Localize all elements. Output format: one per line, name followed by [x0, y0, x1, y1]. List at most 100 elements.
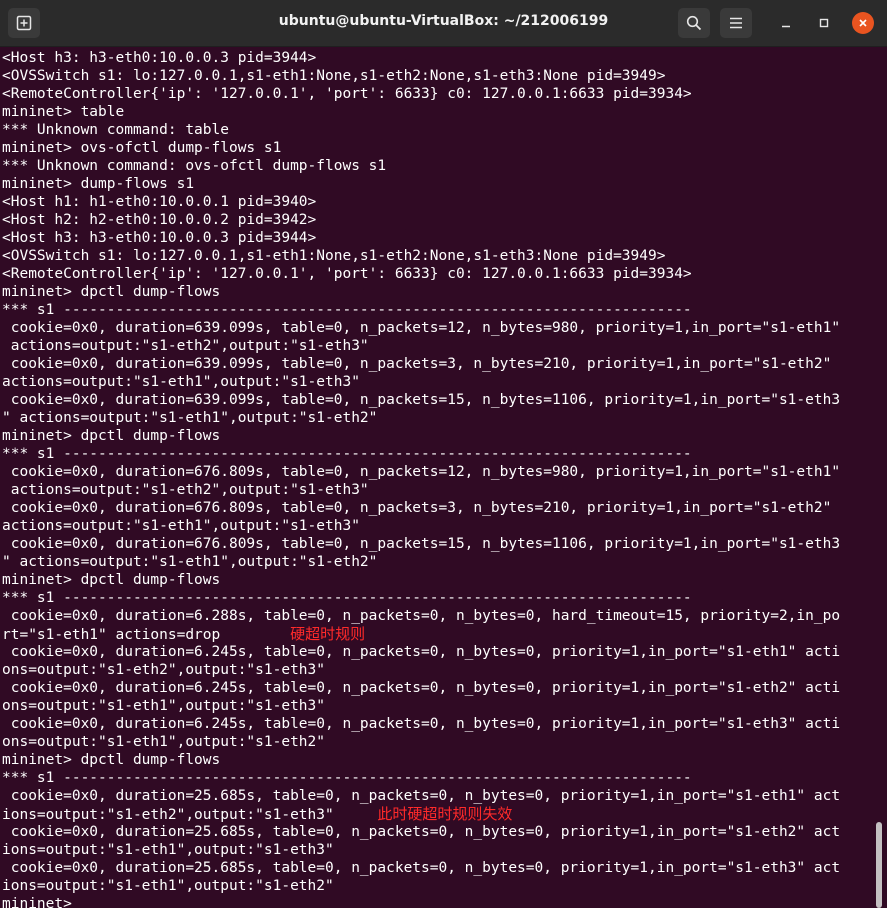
- terminal-line-text: ions=output:"s1-eth2",output:"s1-eth3": [2, 807, 334, 823]
- terminal-line: " actions=output:"s1-eth1",output:"s1-et…: [2, 553, 872, 571]
- menu-button[interactable]: [720, 8, 752, 38]
- terminal-line-text: cookie=0x0, duration=639.099s, table=0, …: [2, 356, 832, 372]
- annotation-spacer: [220, 627, 290, 643]
- terminal-line-text: mininet> ovs-ofctl dump-flows s1: [2, 140, 282, 156]
- terminal-line-text: cookie=0x0, duration=676.809s, table=0, …: [2, 464, 841, 480]
- terminal-window: ubuntu@ubuntu-VirtualBox: ~/212006199 <H…: [0, 0, 887, 908]
- terminal-line: cookie=0x0, duration=25.685s, table=0, n…: [2, 787, 872, 805]
- terminal-line: mininet> dump-flows s1: [2, 175, 872, 193]
- minimize-button[interactable]: [775, 12, 797, 34]
- terminal-line: mininet> dpctl dump-flows: [2, 571, 872, 589]
- terminal-line-text: *** s1 ---------------------------------…: [2, 446, 692, 462]
- terminal-line-text: ons=output:"s1-eth1",output:"s1-eth2": [2, 734, 326, 750]
- maximize-icon: [819, 18, 829, 28]
- terminal-line: *** s1 ---------------------------------…: [2, 589, 872, 607]
- terminal-line-text: <Host h3: h3-eth0:10.0.0.3 pid=3944>: [2, 230, 317, 246]
- red-annotation: 此时硬超时规则失效: [377, 805, 513, 823]
- terminal-line-text: mininet> dump-flows s1: [2, 176, 195, 192]
- terminal-line: actions=output:"s1-eth2",output:"s1-eth3…: [2, 481, 872, 499]
- close-icon: [859, 19, 867, 27]
- terminal-line: cookie=0x0, duration=676.809s, table=0, …: [2, 535, 872, 553]
- terminal-line-text: mininet> dpctl dump-flows: [2, 572, 221, 588]
- terminal-line-text: cookie=0x0, duration=639.099s, table=0, …: [2, 392, 841, 408]
- terminal-line: mininet>: [2, 895, 872, 908]
- terminal-line: cookie=0x0, duration=25.685s, table=0, n…: [2, 823, 872, 841]
- terminal-line-text: *** s1 ---------------------------------…: [2, 770, 692, 786]
- terminal-line: actions=output:"s1-eth1",output:"s1-eth3…: [2, 373, 872, 391]
- maximize-button[interactable]: [813, 12, 835, 34]
- terminal-line-text: <Host h3: h3-eth0:10.0.0.3 pid=3944>: [2, 50, 317, 66]
- terminal-line-text: cookie=0x0, duration=6.245s, table=0, n_…: [2, 680, 841, 696]
- terminal-line-text: *** s1 ---------------------------------…: [2, 302, 692, 318]
- terminal-line-text: <OVSSwitch s1: lo:127.0.0.1,s1-eth1:None…: [2, 248, 666, 264]
- terminal-line-text: actions=output:"s1-eth1",output:"s1-eth3…: [2, 374, 360, 390]
- terminal-line-text: <Host h2: h2-eth0:10.0.0.2 pid=3942>: [2, 212, 317, 228]
- terminal-line-text: mininet> dpctl dump-flows: [2, 428, 221, 444]
- terminal-line: mininet> dpctl dump-flows: [2, 283, 872, 301]
- minimize-icon: [782, 25, 790, 28]
- terminal-line: <Host h3: h3-eth0:10.0.0.3 pid=3944>: [2, 229, 872, 247]
- terminal-line: mininet> ovs-ofctl dump-flows s1: [2, 139, 872, 157]
- terminal-line: *** Unknown command: table: [2, 121, 872, 139]
- terminal-line: <RemoteController{'ip': '127.0.0.1', 'po…: [2, 265, 872, 283]
- terminal-line: cookie=0x0, duration=639.099s, table=0, …: [2, 319, 872, 337]
- terminal-line: cookie=0x0, duration=639.099s, table=0, …: [2, 391, 872, 409]
- terminal-output[interactable]: <Host h3: h3-eth0:10.0.0.3 pid=3944> <OVS…: [2, 49, 872, 908]
- terminal-line-text: mininet> table: [2, 104, 125, 120]
- new-tab-button[interactable]: [8, 8, 40, 38]
- terminal-line: cookie=0x0, duration=6.288s, table=0, n_…: [2, 607, 872, 625]
- terminal-line-text: rt="s1-eth1" actions=drop: [2, 627, 221, 643]
- terminal-line: " actions=output:"s1-eth1",output:"s1-et…: [2, 409, 872, 427]
- terminal-line-text: cookie=0x0, duration=25.685s, table=0, n…: [2, 824, 841, 840]
- terminal-line-text: ons=output:"s1-eth1",output:"s1-eth3": [2, 698, 326, 714]
- terminal-line-text: cookie=0x0, duration=6.288s, table=0, n_…: [2, 608, 841, 624]
- close-button[interactable]: [852, 12, 874, 34]
- terminal-line: cookie=0x0, duration=6.245s, table=0, n_…: [2, 679, 872, 697]
- terminal-line: cookie=0x0, duration=676.809s, table=0, …: [2, 499, 872, 517]
- terminal-line-text: *** Unknown command: ovs-ofctl dump-flow…: [2, 158, 387, 174]
- terminal-line: *** s1 ---------------------------------…: [2, 769, 872, 787]
- terminal-line: mininet> table: [2, 103, 872, 121]
- terminal-line: <Host h3: h3-eth0:10.0.0.3 pid=3944>: [2, 49, 872, 67]
- terminal-line-text: cookie=0x0, duration=6.245s, table=0, n_…: [2, 644, 841, 660]
- terminal-line-text: " actions=output:"s1-eth1",output:"s1-et…: [2, 410, 378, 426]
- terminal-line: rt="s1-eth1" actions=drop 硬超时规则: [2, 625, 872, 643]
- terminal-line: ons=output:"s1-eth2",output:"s1-eth3": [2, 661, 872, 679]
- terminal-line-text: *** s1 ---------------------------------…: [2, 590, 692, 606]
- terminal-line: <OVSSwitch s1: lo:127.0.0.1,s1-eth1:None…: [2, 67, 872, 85]
- terminal-line-text: <OVSSwitch s1: lo:127.0.0.1,s1-eth1:None…: [2, 68, 666, 84]
- terminal-line: <Host h2: h2-eth0:10.0.0.2 pid=3942>: [2, 211, 872, 229]
- terminal-line: cookie=0x0, duration=25.685s, table=0, n…: [2, 859, 872, 877]
- hamburger-menu-icon: [730, 17, 742, 29]
- window-title: ubuntu@ubuntu-VirtualBox: ~/212006199: [278, 13, 609, 29]
- terminal-line-text: " actions=output:"s1-eth1",output:"s1-et…: [2, 554, 378, 570]
- terminal-line-text: cookie=0x0, duration=25.685s, table=0, n…: [2, 788, 841, 804]
- title-bar[interactable]: ubuntu@ubuntu-VirtualBox: ~/212006199: [0, 0, 887, 47]
- search-button[interactable]: [678, 8, 710, 38]
- terminal-line-text: actions=output:"s1-eth2",output:"s1-eth3…: [2, 482, 369, 498]
- terminal-line-text: cookie=0x0, duration=639.099s, table=0, …: [2, 320, 841, 336]
- terminal-line: actions=output:"s1-eth1",output:"s1-eth3…: [2, 517, 872, 535]
- terminal-line-text: actions=output:"s1-eth2",output:"s1-eth3…: [2, 338, 369, 354]
- terminal-line: cookie=0x0, duration=6.245s, table=0, n_…: [2, 643, 872, 661]
- terminal-line: actions=output:"s1-eth2",output:"s1-eth3…: [2, 337, 872, 355]
- terminal-line: ions=output:"s1-eth2",output:"s1-eth3" 此…: [2, 805, 872, 823]
- terminal-line: <OVSSwitch s1: lo:127.0.0.1,s1-eth1:None…: [2, 247, 872, 265]
- terminal-line: cookie=0x0, duration=6.245s, table=0, n_…: [2, 715, 872, 733]
- terminal-line-text: cookie=0x0, duration=676.809s, table=0, …: [2, 500, 832, 516]
- scrollbar-thumb[interactable]: [876, 822, 882, 908]
- terminal-line-text: ions=output:"s1-eth1",output:"s1-eth3": [2, 842, 334, 858]
- terminal-line: ons=output:"s1-eth1",output:"s1-eth2": [2, 733, 872, 751]
- terminal-line-text: *** Unknown command: table: [2, 122, 229, 138]
- terminal-line-text: actions=output:"s1-eth1",output:"s1-eth3…: [2, 518, 360, 534]
- terminal-line: ions=output:"s1-eth1",output:"s1-eth2": [2, 877, 872, 895]
- terminal-line-text: cookie=0x0, duration=25.685s, table=0, n…: [2, 860, 841, 876]
- terminal-line-text: <Host h1: h1-eth0:10.0.0.1 pid=3940>: [2, 194, 317, 210]
- terminal-line: ions=output:"s1-eth1",output:"s1-eth3": [2, 841, 872, 859]
- terminal-line-text: cookie=0x0, duration=6.245s, table=0, n_…: [2, 716, 841, 732]
- terminal-line-text: mininet>: [2, 896, 72, 908]
- terminal-line: mininet> dpctl dump-flows: [2, 427, 872, 445]
- red-annotation: 硬超时规则: [290, 625, 366, 643]
- terminal-line-text: cookie=0x0, duration=676.809s, table=0, …: [2, 536, 841, 552]
- terminal-line: *** Unknown command: ovs-ofctl dump-flow…: [2, 157, 872, 175]
